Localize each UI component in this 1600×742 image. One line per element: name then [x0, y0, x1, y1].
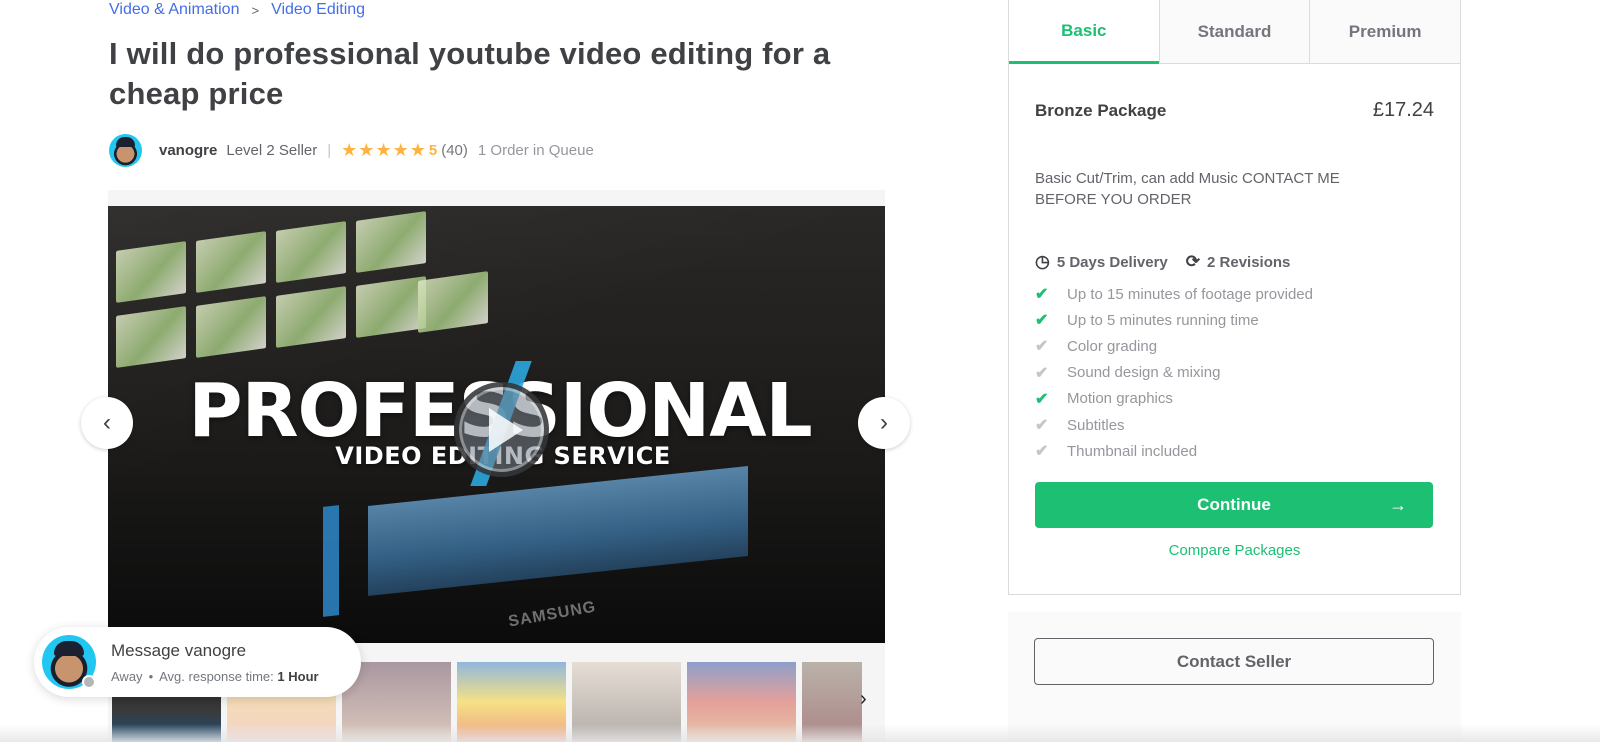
- gig-title: I will do professional youtube video edi…: [109, 36, 831, 111]
- chevron-left-icon: ‹: [103, 409, 111, 436]
- away-status-dot: [82, 675, 96, 689]
- contact-seller-button[interactable]: Contact Seller: [1034, 638, 1434, 685]
- play-icon: [488, 407, 523, 452]
- thumbnails-next-button[interactable]: ›: [860, 688, 867, 711]
- thumbnail[interactable]: [572, 662, 681, 742]
- star-icon: ★: [409, 140, 426, 160]
- thumbnail[interactable]: [457, 662, 566, 742]
- feature-label: Motion graphics: [1067, 390, 1173, 408]
- message-meta: Away • Avg. response time: 1 Hour: [111, 669, 319, 684]
- thumbnail[interactable]: [802, 662, 862, 742]
- feature-item: ✔ Subtitles: [1035, 412, 1434, 438]
- feature-item: ✔ Motion graphics: [1035, 386, 1434, 412]
- contact-seller-panel: Contact Seller: [1008, 612, 1461, 742]
- package-header: Bronze Package £17.24: [1035, 99, 1434, 122]
- thumbnail[interactable]: [687, 662, 796, 742]
- video-frame-clip: [196, 296, 266, 358]
- package-description: Basic Cut/Trim, can add Music CONTACT ME…: [1035, 170, 1340, 208]
- feature-label: Up to 15 minutes of footage provided: [1067, 285, 1313, 303]
- check-icon: ✔: [1035, 312, 1049, 330]
- message-text: Message vanogre Away • Avg. response time:…: [111, 641, 319, 684]
- response-time-value: 1 Hour: [277, 668, 319, 684]
- tab-basic[interactable]: Basic: [1009, 0, 1159, 64]
- continue-button[interactable]: Continue →: [1035, 482, 1433, 529]
- video-frame-clip: [356, 276, 426, 338]
- feature-item: ✔ Color grading: [1035, 333, 1434, 359]
- video-frame-clip: [276, 221, 346, 283]
- check-icon: ✔: [1035, 364, 1049, 382]
- rating-score: 5: [428, 141, 438, 159]
- video-frame-clip: [116, 241, 186, 303]
- breadcrumb-chevron-icon: >: [251, 2, 260, 18]
- breadcrumb-video-animation[interactable]: Video & Animation: [109, 1, 239, 19]
- feature-item: ✔ Sound design & mixing: [1035, 360, 1434, 386]
- message-seller-bubble[interactable]: Message vanogre Away • Avg. response time:…: [34, 627, 361, 697]
- chevron-right-icon: ›: [880, 409, 888, 436]
- response-time-label: Avg. response time:: [159, 668, 274, 684]
- package-name: Bronze Package: [1035, 100, 1167, 120]
- feature-item: ✔ Up to 15 minutes of footage provided: [1035, 281, 1434, 307]
- breadcrumb: Video & Animation > Video Editing: [109, 1, 365, 19]
- star-icon: ★: [375, 140, 392, 160]
- video-track-strip: [323, 505, 339, 617]
- clock-icon: ◷: [1035, 252, 1050, 271]
- message-title: Message vanogre: [111, 640, 247, 660]
- seller-avatar: [42, 635, 96, 689]
- rating-stars[interactable]: ★ ★ ★ ★ ★: [341, 141, 426, 159]
- delivery-time-label: 5 Days Delivery: [1056, 253, 1168, 271]
- feature-label: Sound design & mixing: [1067, 364, 1221, 382]
- gallery-video[interactable]: SAMSUNG PROFESSIONAL VIDEO EDITING SERVI…: [108, 206, 885, 643]
- divider: |: [327, 141, 332, 159]
- video-frame-clip: [418, 271, 488, 333]
- package-meta: ◷ 5 Days Delivery ⟳ 2 Revisions: [1035, 252, 1434, 272]
- gallery-prev-button[interactable]: ‹: [81, 397, 133, 449]
- compare-packages-link[interactable]: Compare Packages: [1035, 542, 1434, 559]
- check-icon: ✔: [1035, 286, 1049, 304]
- feature-item: ✔ Thumbnail included: [1035, 438, 1434, 464]
- feature-label: Up to 5 minutes running time: [1067, 311, 1259, 329]
- arrow-right-icon: →: [1389, 494, 1407, 515]
- package-body: Bronze Package £17.24 Basic Cut/Trim, ca…: [1009, 99, 1460, 559]
- separator-dot: •: [148, 668, 154, 684]
- breadcrumb-video-editing[interactable]: Video Editing: [271, 1, 365, 19]
- star-icon: ★: [392, 140, 409, 160]
- refresh-icon: ⟳: [1185, 252, 1201, 271]
- check-icon: ✔: [1035, 390, 1049, 408]
- feature-label: Color grading: [1067, 337, 1158, 355]
- check-icon: ✔: [1035, 338, 1049, 356]
- seller-overview: vanogre Level 2 Seller | ★ ★ ★ ★ ★ 5 (40…: [109, 133, 594, 167]
- check-icon: ✔: [1035, 417, 1049, 435]
- video-frame-clip: [356, 211, 426, 273]
- gallery-next-button[interactable]: ›: [858, 397, 910, 449]
- feature-label: Thumbnail included: [1067, 442, 1198, 460]
- check-icon: ✔: [1035, 443, 1049, 461]
- revisions: ⟳ 2 Revisions: [1186, 252, 1291, 272]
- star-icon: ★: [341, 140, 358, 160]
- package-tabs: Basic Standard Premium: [1009, 0, 1461, 64]
- package-panel: Basic Standard Premium Bronze Package £1…: [1008, 0, 1461, 595]
- video-frame-clip: [196, 231, 266, 293]
- play-button[interactable]: [454, 382, 549, 477]
- seller-level: Level 2 Seller: [226, 141, 318, 159]
- chevron-right-icon: ›: [860, 688, 867, 710]
- seller-avatar[interactable]: [109, 133, 142, 167]
- rating-count[interactable]: (40): [441, 142, 468, 159]
- package-price: £17.24: [1372, 99, 1434, 121]
- orders-in-queue: 1 Order in Queue: [477, 141, 594, 159]
- continue-label: Continue: [1197, 495, 1271, 515]
- feature-item: ✔ Up to 5 minutes running time: [1035, 307, 1434, 333]
- seller-name-link[interactable]: vanogre: [159, 142, 217, 159]
- revisions-label: 2 Revisions: [1207, 253, 1291, 271]
- video-frame-clip: [276, 286, 346, 348]
- video-frame-clip: [116, 306, 186, 368]
- delivery-time: ◷ 5 Days Delivery: [1035, 252, 1168, 272]
- star-icon: ★: [358, 140, 375, 160]
- seller-status: Away: [111, 668, 143, 684]
- tab-standard[interactable]: Standard: [1158, 0, 1310, 63]
- feature-list: ✔ Up to 15 minutes of footage provided ✔ U…: [1035, 281, 1434, 464]
- feature-label: Subtitles: [1067, 416, 1125, 434]
- tab-premium[interactable]: Premium: [1309, 0, 1461, 63]
